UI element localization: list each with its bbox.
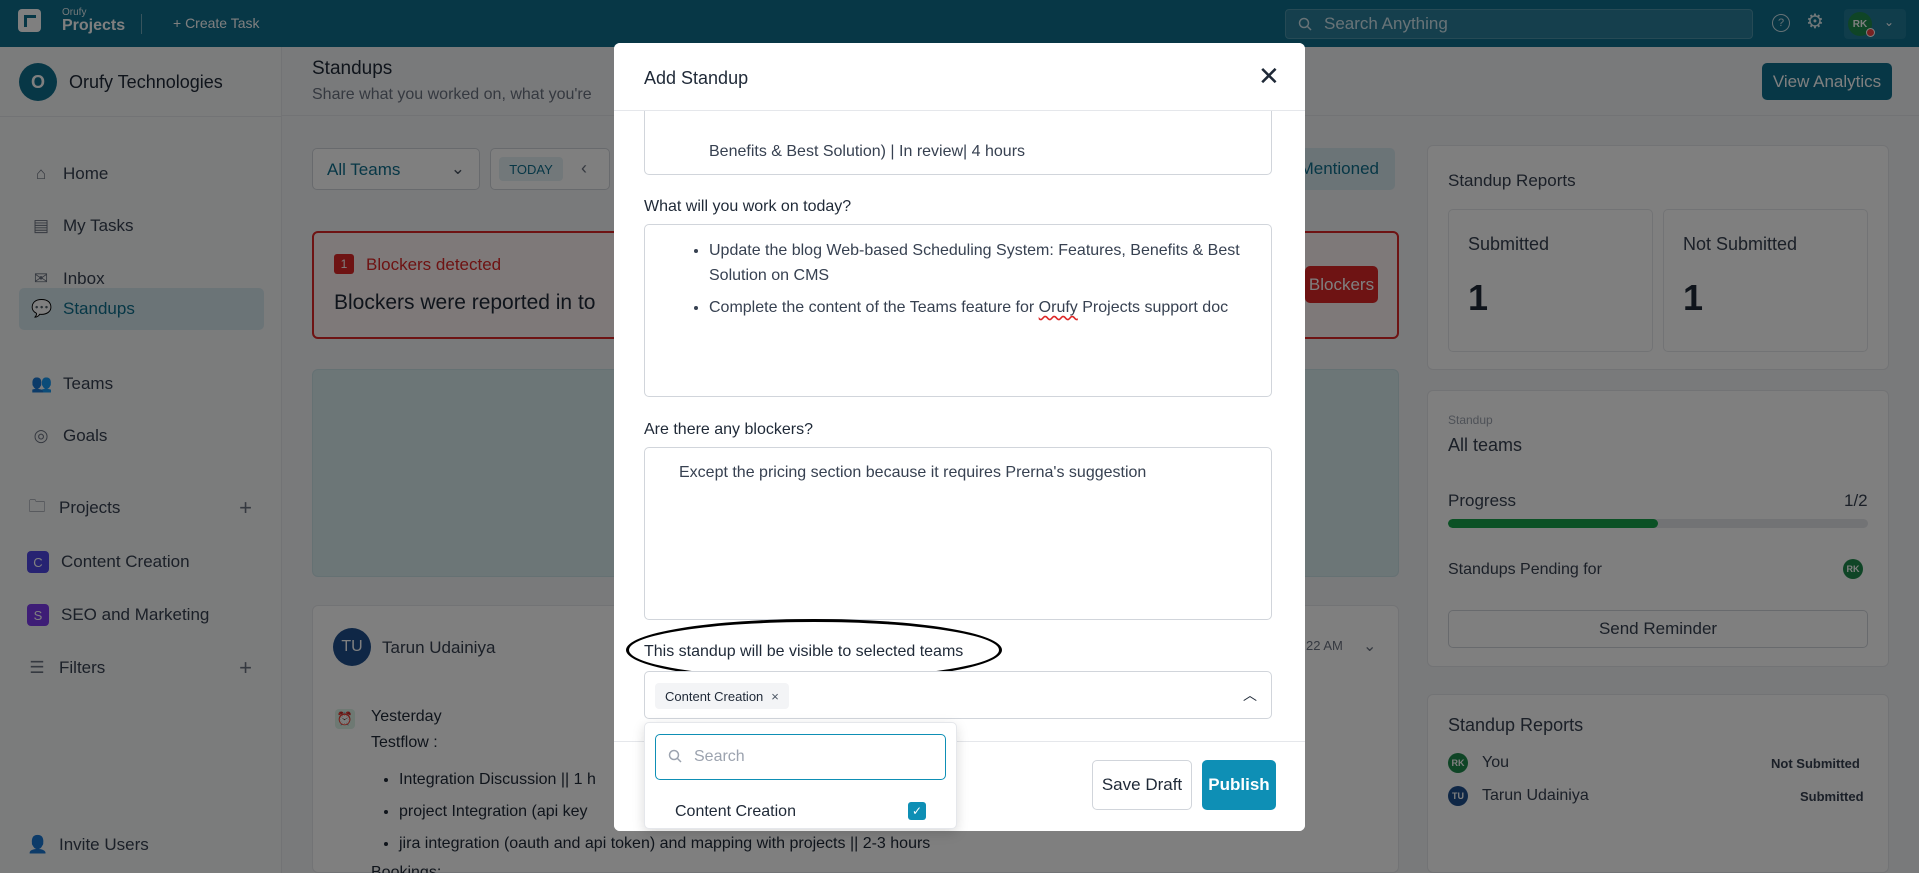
- checkbox-checked-icon[interactable]: ✓: [908, 802, 926, 820]
- team-multiselect[interactable]: Content Creation × ︿: [644, 671, 1272, 719]
- chevron-up-icon[interactable]: ︿: [1243, 685, 1257, 705]
- selected-team-chip: Content Creation ×: [655, 683, 789, 709]
- close-icon[interactable]: ✕: [1258, 63, 1280, 89]
- team-search-placeholder: Search: [694, 748, 745, 765]
- modal-header: Add Standup ✕: [614, 43, 1305, 111]
- today-textarea[interactable]: Update the blog Web-based Scheduling Sys…: [644, 224, 1272, 397]
- blockers-text: Except the pricing section because it re…: [679, 464, 1147, 481]
- spellcheck-word: Orufy: [1038, 299, 1078, 316]
- remove-chip-icon[interactable]: ×: [771, 689, 779, 704]
- add-standup-modal: Benefits & Best Solution) | In review| 4…: [614, 43, 1305, 831]
- blockers-textarea[interactable]: Except the pricing section because it re…: [644, 447, 1272, 620]
- blockers-question: Are there any blockers?: [644, 421, 813, 438]
- modal-title: Add Standup: [644, 68, 749, 88]
- team-option[interactable]: Content Creation: [675, 803, 796, 821]
- yesterday-text: Benefits & Best Solution) | In review| 4…: [709, 143, 1026, 160]
- save-draft-button[interactable]: Save Draft: [1092, 760, 1192, 810]
- chip-label: Content Creation: [665, 688, 764, 704]
- team-search-input[interactable]: Search: [655, 734, 946, 780]
- search-icon: [668, 749, 682, 763]
- today-list: Update the blog Web-based Scheduling Sys…: [645, 238, 1271, 320]
- team-dropdown: Search Content Creation ✓: [644, 722, 957, 829]
- publish-button[interactable]: Publish: [1202, 760, 1276, 810]
- list-item: Complete the content of the Teams featur…: [709, 295, 1271, 320]
- today-question: What will you work on today?: [644, 198, 852, 215]
- list-item: Update the blog Web-based Scheduling Sys…: [709, 238, 1271, 288]
